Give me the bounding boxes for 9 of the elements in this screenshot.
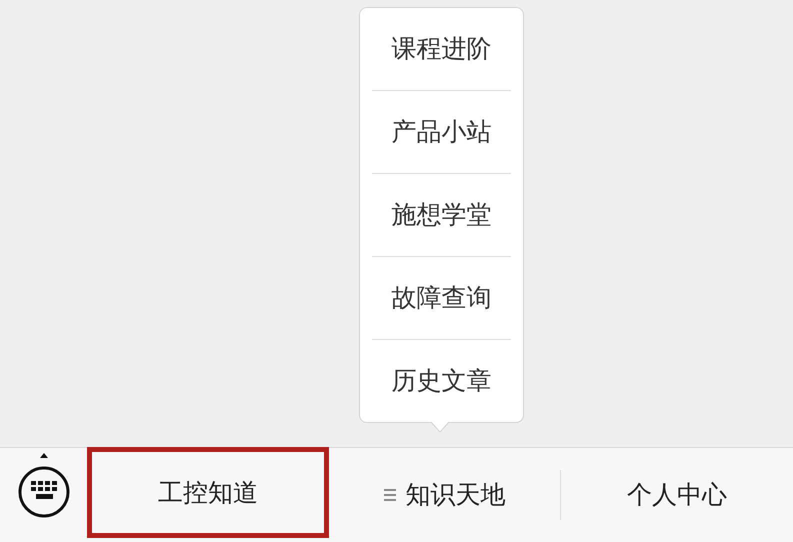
submenu-item[interactable]: 故障查询 — [372, 257, 511, 339]
submenu-item[interactable]: 施想学堂 — [372, 174, 511, 256]
menu-tab[interactable]: 工控知道 — [87, 447, 329, 538]
menu-tab[interactable]: 知识天地 — [328, 448, 560, 542]
submenu-item[interactable]: 课程进阶 — [372, 8, 511, 90]
menu-tab[interactable]: 个人中心 — [561, 448, 793, 542]
submenu-item[interactable]: 历史文章 — [372, 340, 511, 422]
menu-icon — [384, 488, 396, 502]
submenu-item[interactable]: 产品小站 — [372, 91, 511, 173]
